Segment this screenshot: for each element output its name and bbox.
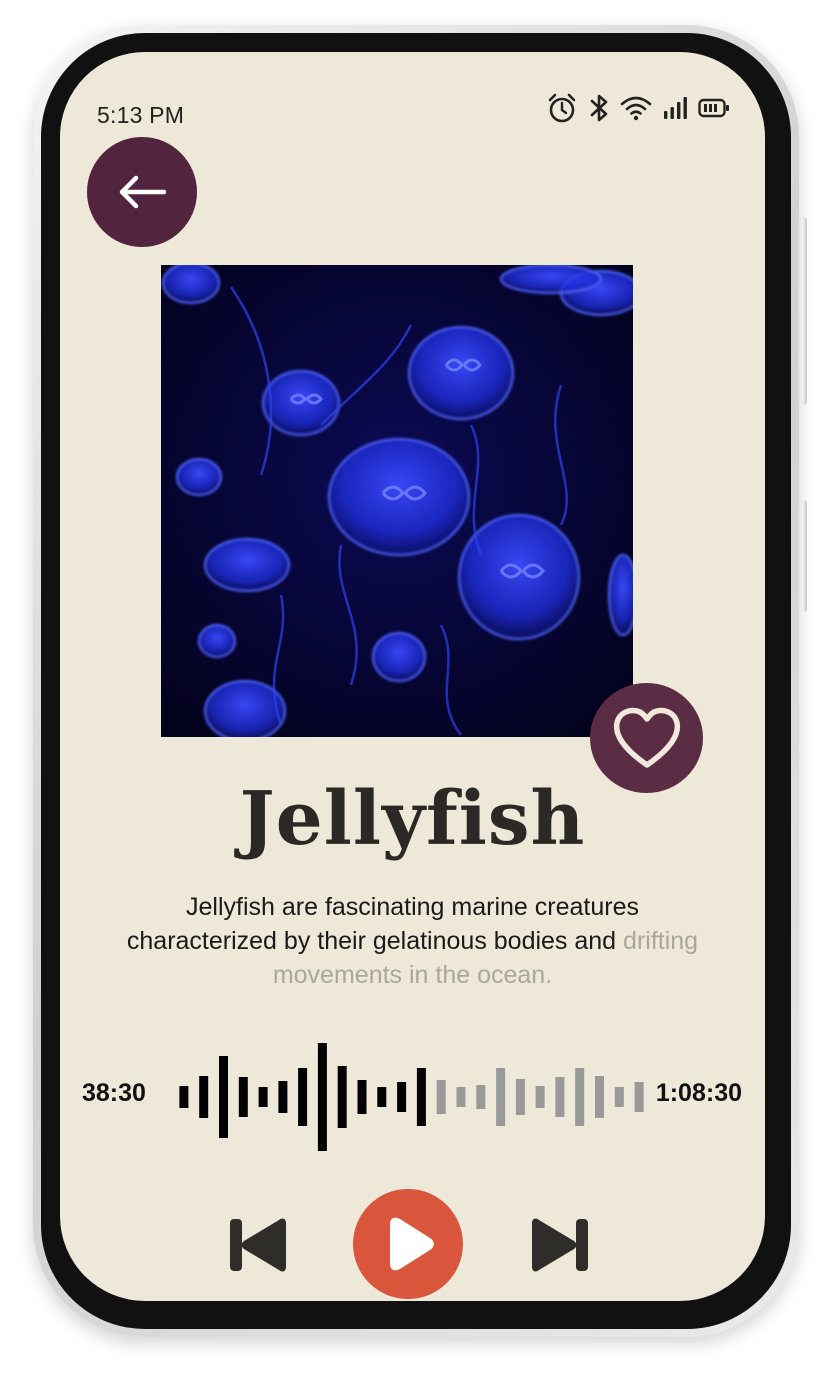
waveform-bar (298, 1068, 308, 1126)
waveform-bar (595, 1076, 604, 1118)
jellyfish-artwork-image (161, 265, 633, 737)
waveform-bar (496, 1068, 506, 1126)
previous-button[interactable] (228, 1217, 290, 1273)
album-artwork (161, 265, 633, 737)
waveform-bar (278, 1081, 288, 1113)
screen: 5:13 PM Jellyfish Jellyfish are fascinat… (60, 52, 765, 1301)
waveform-bar (199, 1076, 209, 1118)
waveform-bar (377, 1087, 387, 1107)
track-description: Jellyfish are fascinating marine creatur… (120, 890, 705, 992)
power-button (798, 217, 807, 405)
elapsed-time: 38:30 (82, 1079, 146, 1107)
waveform-bar (416, 1068, 426, 1126)
waveform-bar (317, 1043, 327, 1151)
wifi-icon (620, 96, 652, 121)
waveform-bar (238, 1077, 248, 1117)
heart-icon (613, 707, 680, 768)
waveform-bar (397, 1082, 407, 1112)
waveform-bar (456, 1087, 466, 1107)
waveform-bar (555, 1077, 565, 1117)
play-button[interactable] (353, 1189, 463, 1299)
signal-icon (664, 97, 687, 119)
skip-next-icon (532, 1218, 588, 1272)
phone-frame: 5:13 PM Jellyfish Jellyfish are fascinat… (33, 25, 807, 1337)
phone-bezel: 5:13 PM Jellyfish Jellyfish are fascinat… (41, 33, 791, 1329)
status-time: 5:13 PM (97, 102, 185, 128)
waveform-progress[interactable] (174, 1042, 649, 1152)
volume-button (798, 500, 807, 612)
waveform-bar (357, 1080, 367, 1114)
waveform-bar (634, 1082, 644, 1112)
waveform-bar (535, 1086, 545, 1108)
waveform-bar (575, 1068, 585, 1126)
waveform-bar (476, 1085, 486, 1109)
back-button[interactable] (87, 137, 197, 247)
play-icon (390, 1217, 434, 1271)
waveform-bar (179, 1086, 189, 1108)
description-text: Jellyfish are fascinating marine creatur… (126, 893, 639, 955)
track-title: Jellyfish (239, 776, 586, 862)
waveform-bar (614, 1087, 624, 1107)
alarm-icon (548, 93, 576, 123)
total-duration: 1:08:30 (655, 1079, 742, 1107)
waveform-bar (219, 1056, 228, 1138)
waveform-bar (258, 1087, 268, 1107)
next-button[interactable] (528, 1217, 590, 1273)
back-arrow-icon (119, 175, 167, 209)
battery-icon (698, 98, 729, 118)
bluetooth-icon (590, 94, 608, 122)
waveform-bar (337, 1066, 347, 1128)
waveform-bar (436, 1080, 446, 1114)
waveform-bar (515, 1079, 525, 1115)
status-icons (546, 90, 730, 126)
playback-controls (60, 1187, 765, 1301)
skip-previous-icon (230, 1218, 286, 1272)
